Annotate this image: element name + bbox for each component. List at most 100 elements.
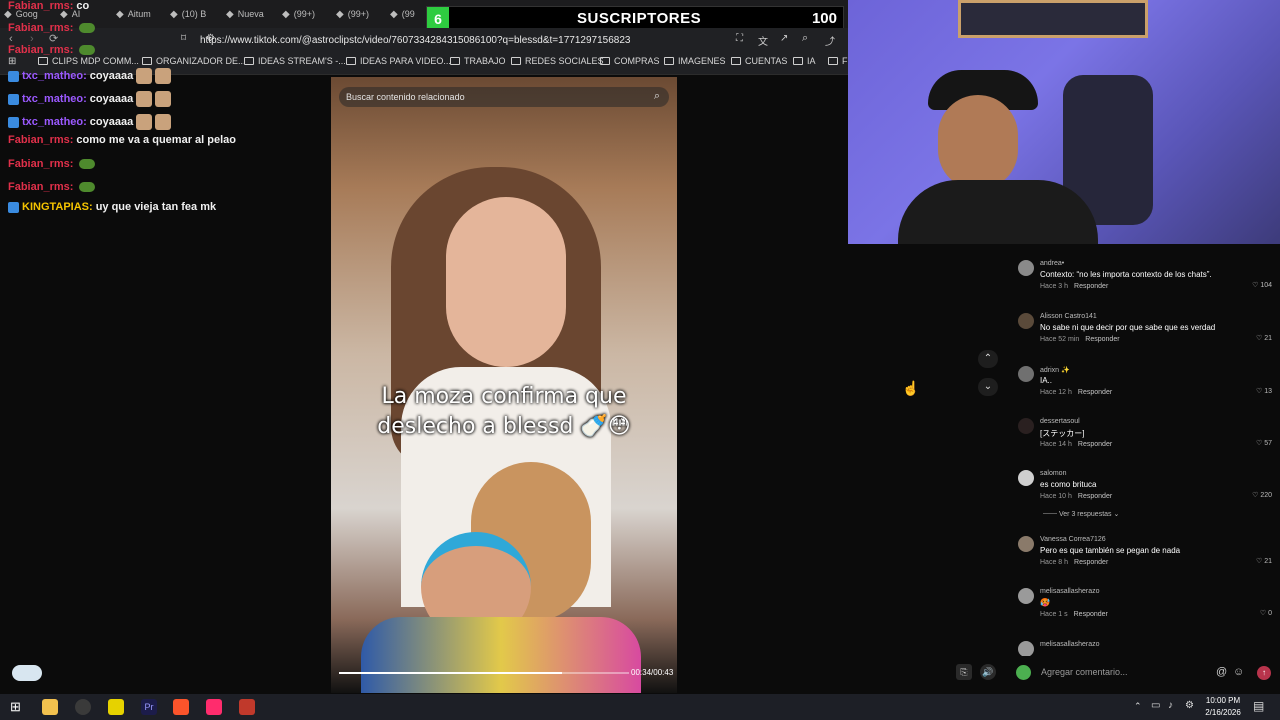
tray-chevron-icon[interactable]: ⌃	[1134, 701, 1142, 712]
notifications-icon[interactable]: ▤	[1253, 699, 1264, 713]
like-count: 57	[1264, 440, 1272, 447]
like-count: 220	[1260, 492, 1272, 499]
file-explorer-icon[interactable]	[42, 699, 58, 715]
like-button[interactable]: ♡ 21	[1256, 334, 1272, 342]
heart-icon: ♡	[1255, 558, 1265, 565]
comment-time: Hace 52 min	[1040, 336, 1080, 343]
reply-button[interactable]: Responder	[1074, 559, 1108, 566]
comment-time: Hace 8 h	[1040, 559, 1069, 566]
user-avatar	[1016, 665, 1031, 680]
commenter-avatar[interactable]	[1018, 536, 1034, 552]
reply-button[interactable]: Responder	[1078, 389, 1112, 396]
clock-date[interactable]: 2/16/2026	[1203, 708, 1243, 717]
comment-item: salomon es como brituca Hace 10 h Responder…	[1018, 470, 1274, 510]
comment-text: [ステッカー]	[1040, 429, 1085, 438]
comment-item: Vanessa Correa7126 Pero es que también se…	[1018, 536, 1274, 576]
comment-text: es como brituca	[1040, 480, 1097, 489]
comment-meta: Hace 8 h Responder	[1040, 559, 1108, 566]
commenter-avatar[interactable]	[1018, 588, 1034, 604]
reply-button[interactable]: Responder	[1078, 441, 1112, 448]
windows-taskbar	[0, 694, 1280, 720]
like-button[interactable]: ♡ 57	[1256, 439, 1272, 447]
commenter-name[interactable]: melisasallasherazo	[1040, 641, 1100, 648]
like-button[interactable]: ♡ 21	[1256, 557, 1272, 565]
comment-text: 🥵	[1040, 598, 1050, 607]
video-progress-fill	[339, 672, 562, 674]
commenter-name[interactable]: salomon	[1040, 470, 1066, 477]
comment-meta: Hace 14 h Responder	[1040, 441, 1112, 448]
premiere-icon[interactable]: Pr	[141, 699, 157, 715]
comment-meta: Hace 3 h Responder	[1040, 283, 1108, 290]
tray-volume-icon[interactable]: ♪	[1168, 700, 1173, 711]
like-button[interactable]: ♡ 0	[1260, 609, 1272, 617]
commenter-name[interactable]: Alisson Castro141	[1040, 313, 1097, 320]
tiktok-app-icon[interactable]	[206, 699, 222, 715]
like-button[interactable]: ♡ 13	[1256, 387, 1272, 395]
comment-text: Contexto: “no les importa contexto de lo…	[1040, 270, 1212, 279]
mention-icon[interactable]: @	[1216, 666, 1227, 678]
comment-meta: Hace 1 s Responder	[1040, 611, 1108, 618]
heart-icon: ♡	[1255, 440, 1265, 447]
commenter-name[interactable]: andrea•	[1040, 260, 1064, 267]
tray-network-icon[interactable]: ▭	[1151, 700, 1160, 711]
reply-button[interactable]: Responder	[1078, 493, 1112, 500]
view-replies-link[interactable]: Ver 3 respuestas ⌄	[1059, 510, 1119, 518]
comment-text: IA..	[1040, 376, 1053, 385]
notes-icon[interactable]	[108, 699, 124, 715]
comment-meta: Hace 52 min Responder	[1040, 336, 1120, 343]
like-count: 21	[1264, 335, 1272, 342]
volume-icon[interactable]: 🔊	[980, 664, 996, 680]
heart-icon: ♡	[1255, 388, 1265, 395]
comment-item: Alisson Castro141 No sabe ni que decir po…	[1018, 313, 1274, 353]
comment-meta: Hace 10 h Responder	[1040, 493, 1112, 500]
reply-button[interactable]: Responder	[1074, 283, 1108, 290]
video-time: 00:34/00:43	[631, 668, 674, 677]
overlay-toggle-icon[interactable]	[12, 665, 42, 681]
comment-placeholder: Agregar comentario...	[1041, 667, 1128, 677]
emoji-icon[interactable]: ☺	[1233, 666, 1244, 678]
commenter-avatar[interactable]	[1018, 313, 1034, 329]
commenter-name[interactable]: Vanessa Correa7126	[1040, 536, 1106, 543]
captions-icon[interactable]: ⎘	[956, 664, 972, 680]
commenter-avatar[interactable]	[1018, 366, 1034, 382]
clock-time[interactable]: 10:00 PM	[1203, 696, 1243, 705]
commenter-avatar[interactable]	[1018, 260, 1034, 276]
like-count: 13	[1264, 388, 1272, 395]
commenter-name[interactable]: melisasallasherazo	[1040, 588, 1100, 595]
windows-start-icon[interactable]: ⊞	[10, 699, 21, 715]
heart-icon: ♡	[1259, 610, 1269, 617]
comment-item: andrea• Contexto: “no les importa context…	[1018, 260, 1274, 300]
like-count: 0	[1268, 610, 1272, 617]
comment-item: melisasallasherazo 🥵 Hace 1 s Responder ♡ 0	[1018, 588, 1274, 628]
like-count: 104	[1260, 282, 1272, 289]
tray-settings-icon[interactable]: ⚙	[1185, 700, 1194, 711]
more-replies-line: ——	[1043, 510, 1057, 517]
commenter-name[interactable]: dessertasoul	[1040, 418, 1080, 425]
obs-icon[interactable]	[75, 699, 91, 715]
commenter-avatar[interactable]	[1018, 641, 1034, 656]
comment-item: adrixn ✨ IA.. Hace 12 h Responder ♡ 13	[1018, 366, 1274, 406]
like-count: 21	[1264, 558, 1272, 565]
comment-item: melisasallasherazo	[1018, 641, 1274, 656]
reply-button[interactable]: Responder	[1085, 336, 1119, 343]
comment-item: dessertasoul [ステッカー] Hace 14 h Responder ♡ 5…	[1018, 418, 1274, 458]
streaming-app-icon[interactable]	[239, 699, 255, 715]
reply-button[interactable]: Responder	[1074, 611, 1108, 618]
view-replies-label: Ver 3 respuestas	[1059, 511, 1112, 518]
comment-time: Hace 12 h	[1040, 389, 1072, 396]
send-icon[interactable]: ↑	[1257, 666, 1271, 680]
commenter-avatar[interactable]	[1018, 418, 1034, 434]
comments-list: andrea• Contexto: “no les importa context…	[0, 0, 1280, 656]
like-button[interactable]: ♡ 104	[1252, 281, 1272, 289]
comment-time: Hace 3 h	[1040, 283, 1069, 290]
comment-text: Pero es que también se pegan de nada	[1040, 546, 1181, 555]
brave-browser-icon[interactable]	[173, 699, 189, 715]
comment-time: Hace 14 h	[1040, 441, 1072, 448]
commenter-avatar[interactable]	[1018, 470, 1034, 486]
like-button[interactable]: ♡ 220	[1252, 491, 1272, 499]
comment-time: Hace 1 s	[1040, 611, 1068, 618]
heart-icon: ♡	[1255, 335, 1265, 342]
commenter-name[interactable]: adrixn ✨	[1040, 366, 1070, 374]
comment-meta: Hace 12 h Responder	[1040, 389, 1112, 396]
comment-time: Hace 10 h	[1040, 493, 1072, 500]
